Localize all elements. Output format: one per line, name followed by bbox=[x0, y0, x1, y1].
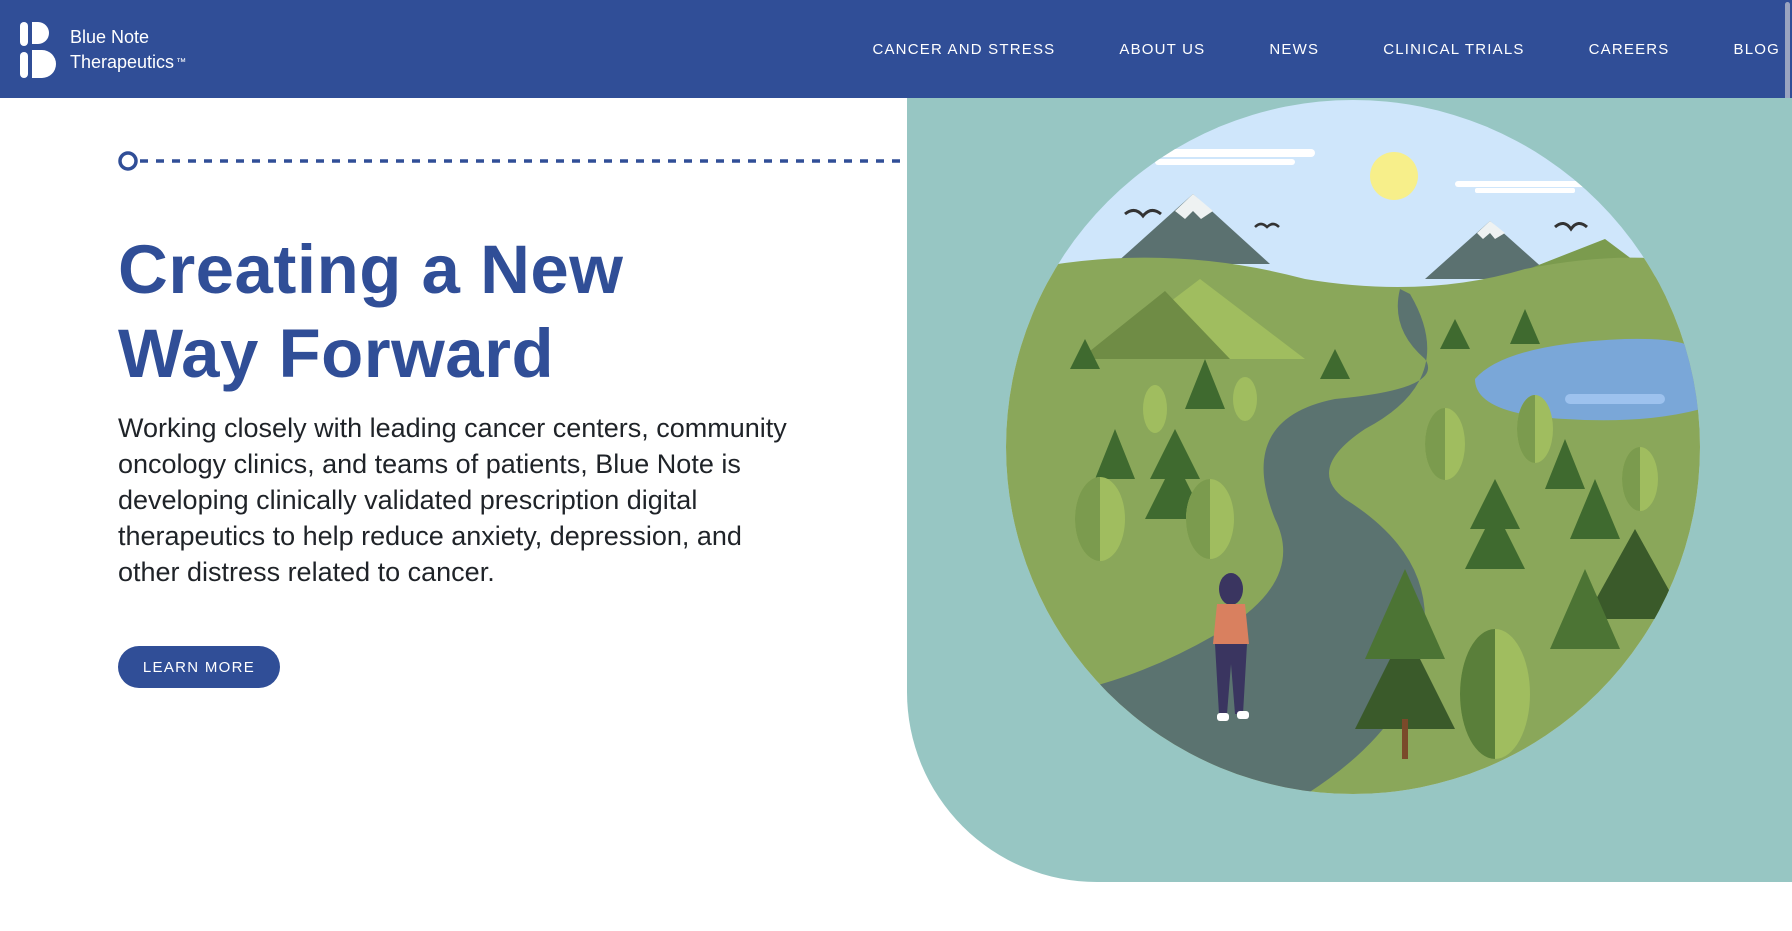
woman-on-path-illustration bbox=[1006, 100, 1700, 794]
decorative-dashed-timeline bbox=[118, 151, 908, 171]
hero-description: Working closely with leading cancer cent… bbox=[118, 413, 787, 587]
nav-cancer-and-stress[interactable]: CANCER AND STRESS bbox=[872, 41, 1055, 58]
top-navigation-bar: Blue Note Therapeutics ™ CANCER AND STRES… bbox=[0, 0, 1792, 112]
page-scrollbar[interactable] bbox=[1785, 2, 1790, 112]
blue-note-logo-icon bbox=[20, 22, 56, 78]
brand-name-line2: Therapeutics bbox=[70, 52, 175, 72]
main-nav: CANCER AND STRESS ABOUT US NEWS CLINICAL… bbox=[808, 0, 1780, 98]
trademark-symbol: ™ bbox=[176, 57, 187, 68]
nav-blog[interactable]: BLOG bbox=[1734, 41, 1780, 58]
headline-line2: Way Forward bbox=[118, 315, 555, 392]
nav-clinical-trials[interactable]: CLINICAL TRIALS bbox=[1383, 41, 1524, 58]
brand-name-line1: Blue Note bbox=[70, 27, 150, 47]
nav-news[interactable]: NEWS bbox=[1269, 41, 1319, 58]
nav-about-us[interactable]: ABOUT US bbox=[1119, 41, 1205, 58]
brand-logo[interactable]: Blue Note Therapeutics ™ bbox=[20, 22, 186, 78]
brand-wordmark: Blue Note Therapeutics ™ bbox=[70, 25, 186, 75]
hero-headline: Creating a New Way Forward bbox=[118, 228, 818, 396]
nav-careers[interactable]: CAREERS bbox=[1589, 41, 1670, 58]
headline-line1: Creating a New bbox=[118, 231, 624, 308]
learn-more-button[interactable]: LEARN MORE bbox=[118, 646, 280, 688]
